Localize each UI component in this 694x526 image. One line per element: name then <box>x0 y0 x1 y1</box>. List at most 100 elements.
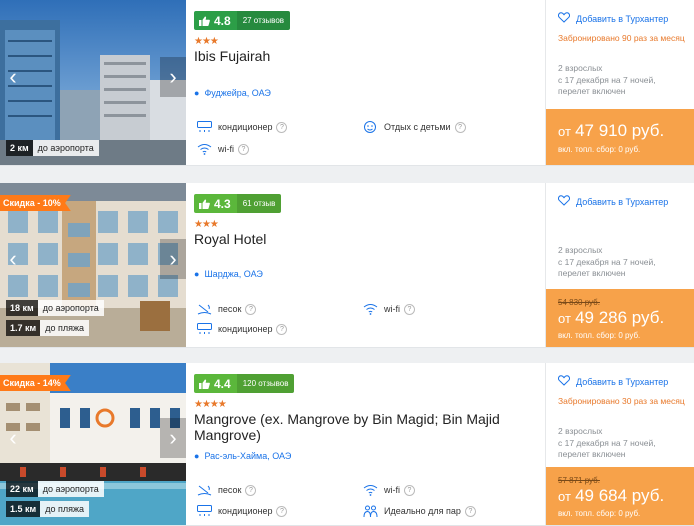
help-icon[interactable]: ? <box>464 505 476 517</box>
amenity: wi-fi ? <box>362 301 415 317</box>
booked-count: Забронировано 90 раз за месяц <box>558 33 685 43</box>
air-conditioner-icon <box>196 504 212 518</box>
distance-label: до пляжа <box>40 501 89 517</box>
distance-label: до аэропорта <box>37 481 104 497</box>
distance-value: 18 км <box>6 300 38 316</box>
distance-label: до пляжа <box>40 320 89 336</box>
amenity: кондиционер ? <box>196 503 288 519</box>
hotel-name[interactable]: Royal Hotel <box>194 231 534 247</box>
distance-value: 2 км <box>6 140 33 156</box>
price: от 49 286 руб. <box>558 308 665 327</box>
wifi-icon <box>362 483 378 497</box>
map-pin-icon: ● <box>194 269 200 279</box>
booking-panel: Добавить в Турхантер Забронировано 90 ра… <box>545 0 694 165</box>
hotel-location[interactable]: ● Фуджейра, ОАЭ <box>194 88 271 98</box>
distance-badge: 22 км до аэропорта <box>6 481 104 497</box>
help-icon[interactable]: ? <box>245 484 257 496</box>
rating-score: 4.4 <box>194 374 237 393</box>
reviews-count[interactable]: 61 отзыв <box>236 194 282 213</box>
distance-value: 1.5 км <box>6 501 41 517</box>
heart-icon <box>558 12 570 25</box>
fuel-surcharge: вкл. топл. сбор: 0 руб. <box>558 331 641 340</box>
amenity: песок ? <box>196 301 257 317</box>
help-icon[interactable]: ? <box>276 505 288 517</box>
help-icon[interactable]: ? <box>276 121 288 133</box>
photo-prev-arrow[interactable]: ‹ <box>0 239 26 279</box>
hotel-photo[interactable]: Скидка - 10% ‹ › 18 км до аэропорта 1.7 … <box>0 183 186 347</box>
distance-value: 1.7 км <box>6 320 41 336</box>
price-button[interactable]: от 47 910 руб. вкл. топл. сбор: 0 руб. <box>546 109 694 165</box>
old-price: 54 830 руб. <box>558 298 600 307</box>
hotel-name[interactable]: Ibis Fujairah <box>194 48 534 64</box>
tour-details: 2 взрослых с 17 декабря на 7 ночей, пере… <box>558 245 656 278</box>
amenity: Идеально для пар ? <box>362 503 476 519</box>
amenity: wi-fi ? <box>196 141 249 157</box>
hotel-name[interactable]: Mangrove (ex. Mangrove by Bin Magid; Bin… <box>194 411 534 443</box>
hotel-stars: ★★★ <box>194 219 219 230</box>
thumbs-up-icon <box>199 16 210 26</box>
help-icon[interactable]: ? <box>454 121 466 133</box>
heart-icon <box>558 375 570 388</box>
distance-label: до аэропорта <box>37 300 104 316</box>
photo-prev-arrow[interactable]: ‹ <box>0 57 26 97</box>
distance-badge: 1.5 км до пляжа <box>6 501 89 517</box>
tour-details: 2 взрослых с 17 декабря на 7 ночей, пере… <box>558 426 656 459</box>
sand-icon <box>196 483 212 497</box>
help-icon[interactable]: ? <box>404 484 415 496</box>
help-icon[interactable]: ? <box>404 303 415 315</box>
rating-badge[interactable]: 4.3 61 отзыв <box>194 194 282 213</box>
hotel-location[interactable]: ● Шарджа, ОАЭ <box>194 269 263 279</box>
add-to-favorites[interactable]: Добавить в Турхантер <box>558 12 668 25</box>
add-to-favorites[interactable]: Добавить в Турхантер <box>558 375 668 388</box>
rating-score: 4.3 <box>194 194 237 213</box>
old-price: 57 871 руб. <box>558 476 600 485</box>
map-pin-icon: ● <box>194 88 200 98</box>
hotel-location[interactable]: ● Рас-эль-Хайма, ОАЭ <box>194 451 291 461</box>
wifi-icon <box>196 142 212 156</box>
tour-details: 2 взрослых с 17 декабря на 7 ночей, пере… <box>558 63 656 96</box>
distance-label: до аэропорта <box>32 140 99 156</box>
amenity: Отдых с детьми ? <box>362 119 466 135</box>
photo-prev-arrow[interactable]: ‹ <box>0 418 26 458</box>
map-pin-icon: ● <box>194 451 200 461</box>
amenity: wi-fi ? <box>362 482 415 498</box>
sand-icon <box>196 302 212 316</box>
hotel-card[interactable]: Скидка - 14% ‹ › 22 км до аэропорта 1.5 … <box>0 363 694 526</box>
price: от 47 910 руб. <box>558 121 665 140</box>
hotel-info: 4.8 27 отзывов ★★★ Ibis Fujairah ● Фудже… <box>194 0 540 165</box>
heart-icon <box>558 195 570 208</box>
hotel-stars: ★★★ <box>194 36 219 47</box>
add-to-favorites[interactable]: Добавить в Турхантер <box>558 195 668 208</box>
reviews-count[interactable]: 120 отзывов <box>236 374 295 393</box>
rating-score: 4.8 <box>194 11 237 30</box>
rating-badge[interactable]: 4.8 27 отзывов <box>194 11 291 30</box>
price-button[interactable]: 54 830 руб. от 49 286 руб. вкл. топл. сб… <box>546 289 694 347</box>
hotel-info: 4.4 120 отзывов ★★★★ Mangrove (ex. Mangr… <box>194 363 540 525</box>
discount-badge: Скидка - 10% <box>0 195 71 211</box>
hotel-photo[interactable]: ‹ › 2 км до аэропорта <box>0 0 186 165</box>
help-icon[interactable]: ? <box>238 143 249 155</box>
price: от 49 684 руб. <box>558 486 665 505</box>
photo-next-arrow[interactable]: › <box>160 418 186 458</box>
help-icon[interactable]: ? <box>245 303 257 315</box>
air-conditioner-icon <box>196 322 212 336</box>
distance-value: 22 км <box>6 481 38 497</box>
help-icon[interactable]: ? <box>276 323 288 335</box>
amenity: кондиционер ? <box>196 321 288 337</box>
distance-badge: 18 км до аэропорта <box>6 300 104 316</box>
reviews-count[interactable]: 27 отзывов <box>236 11 291 30</box>
distance-badge: 1.7 км до пляжа <box>6 320 89 336</box>
hotel-card[interactable]: Скидка - 10% ‹ › 18 км до аэропорта 1.7 … <box>0 183 694 348</box>
booked-count: Забронировано 30 раз за месяц <box>558 396 685 406</box>
couple-icon <box>362 504 378 518</box>
discount-badge: Скидка - 14% <box>0 375 71 391</box>
air-conditioner-icon <box>196 120 212 134</box>
hotel-photo[interactable]: Скидка - 14% ‹ › 22 км до аэропорта 1.5 … <box>0 363 186 525</box>
price-button[interactable]: 57 871 руб. от 49 684 руб. вкл. топл. сб… <box>546 467 694 525</box>
fuel-surcharge: вкл. топл. сбор: 0 руб. <box>558 509 641 518</box>
hotel-card[interactable]: ‹ › 2 км до аэропорта 4.8 27 отзывов ★★★… <box>0 0 694 166</box>
rating-badge[interactable]: 4.4 120 отзывов <box>194 374 295 393</box>
kids-icon <box>362 120 378 134</box>
photo-next-arrow[interactable]: › <box>160 239 186 279</box>
photo-next-arrow[interactable]: › <box>160 56 186 97</box>
